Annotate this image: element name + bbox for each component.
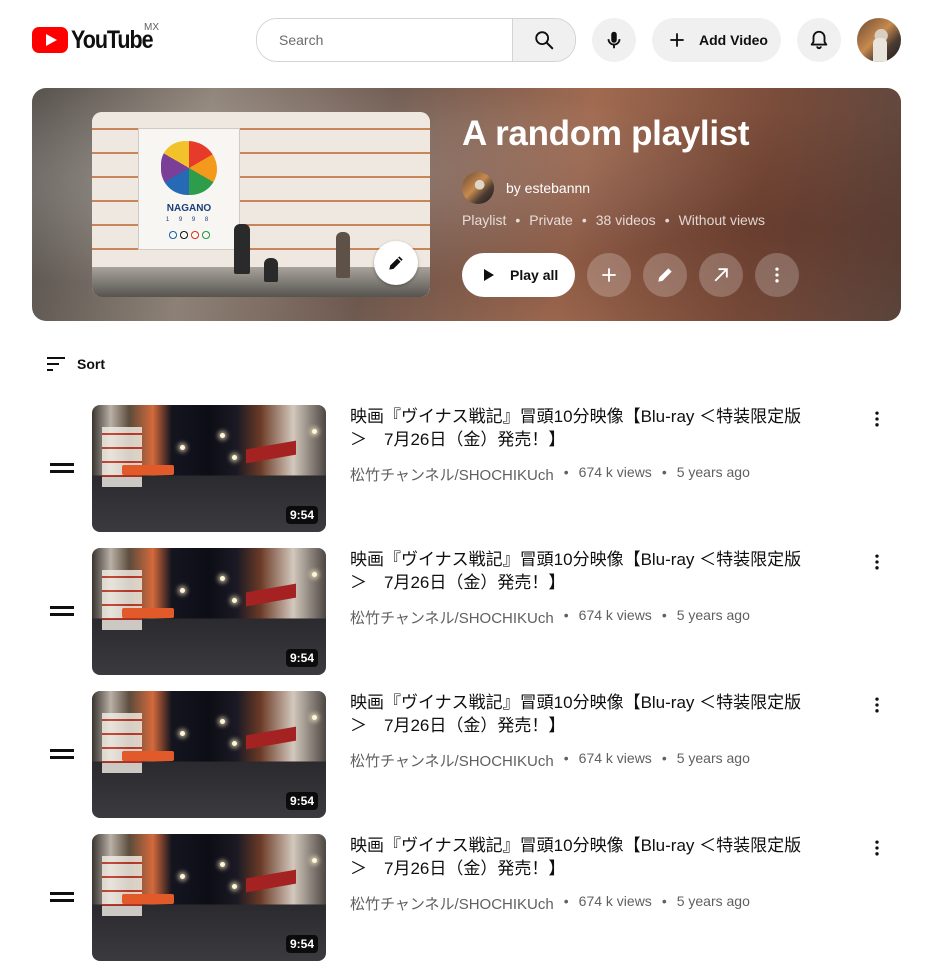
account-avatar[interactable]	[857, 18, 901, 62]
search-button[interactable]	[512, 19, 575, 61]
search-box	[256, 18, 576, 62]
playlist-cover-thumbnail[interactable]: NAGANO 1 9 9 8	[92, 112, 430, 297]
add-video-button[interactable]: Add Video	[652, 18, 781, 62]
person-figure	[234, 224, 250, 274]
drag-handle-icon[interactable]	[50, 463, 74, 473]
pencil-icon	[658, 268, 672, 282]
video-thumbnail[interactable]: 9:54	[92, 548, 326, 675]
plus-icon	[602, 268, 616, 282]
video-views: 674 k views	[578, 893, 652, 909]
playlist-video-item[interactable]: 9:54 映画『ヴイナス戦記』冒頭10分映像【Blu-ray ＜特装限定版＞ 7…	[0, 548, 933, 676]
play-all-button[interactable]: Play all	[462, 253, 575, 297]
pencil-icon	[389, 256, 403, 270]
voice-search-button[interactable]	[592, 18, 636, 62]
video-duration: 9:54	[285, 506, 318, 524]
video-thumbnail[interactable]: 9:54	[92, 405, 326, 532]
video-channel[interactable]: 松竹チャンネル/SHOCHIKUch	[350, 607, 554, 628]
olympic-poster: NAGANO 1 9 9 8	[138, 128, 240, 250]
play-icon	[484, 269, 494, 281]
video-duration: 9:54	[285, 649, 318, 667]
search-icon	[535, 31, 554, 50]
playlist-video-item[interactable]: 9:54 映画『ヴイナス戦記』冒頭10分映像【Blu-ray ＜特装限定版＞ 7…	[0, 691, 933, 819]
share-button[interactable]	[699, 253, 743, 297]
notifications-button[interactable]	[797, 18, 841, 62]
nagano-emblem	[161, 141, 217, 195]
playlist-meta: Playlist • Private • 38 videos • Without…	[462, 212, 765, 228]
video-duration: 9:54	[285, 935, 318, 953]
video-menu-button[interactable]	[865, 693, 889, 717]
more-vertical-icon	[875, 697, 879, 713]
add-to-playlist-button[interactable]	[587, 253, 631, 297]
person-figure	[336, 232, 350, 278]
video-views: 674 k views	[578, 464, 652, 480]
logo-text: YouTube	[71, 25, 154, 54]
playlist-type: Playlist	[462, 212, 507, 228]
owner-avatar[interactable]	[462, 172, 494, 204]
playlist-privacy[interactable]: Private	[529, 212, 573, 228]
video-thumbnail[interactable]: 9:54	[92, 691, 326, 818]
video-duration: 9:54	[285, 792, 318, 810]
add-video-label: Add Video	[699, 32, 768, 48]
share-arrow-icon	[714, 268, 728, 282]
sort-button[interactable]: Sort	[46, 356, 105, 372]
video-menu-button[interactable]	[865, 407, 889, 431]
video-channel[interactable]: 松竹チャンネル/SHOCHIKUch	[350, 893, 554, 914]
playlist-video-item[interactable]: 9:54 映画『ヴイナス戦記』冒頭10分映像【Blu-ray ＜特装限定版＞ 7…	[0, 834, 933, 962]
playlist-video-count: 38 videos	[595, 212, 656, 228]
video-channel[interactable]: 松竹チャンネル/SHOCHIKUch	[350, 464, 554, 485]
video-age: 5 years ago	[676, 464, 750, 480]
video-meta: 松竹チャンネル/SHOCHIKUch • 674 k views • 5 yea…	[350, 893, 750, 914]
drag-handle-icon[interactable]	[50, 606, 74, 616]
region-code: MX	[144, 22, 159, 33]
video-age: 5 years ago	[676, 607, 750, 623]
more-vertical-icon	[875, 411, 879, 427]
sort-label: Sort	[77, 356, 105, 372]
video-meta: 松竹チャンネル/SHOCHIKUch • 674 k views • 5 yea…	[350, 607, 750, 628]
poster-year: 1 9 9 8	[165, 217, 213, 223]
playlist-views: Without views	[678, 212, 765, 228]
video-title[interactable]: 映画『ヴイナス戦記』冒頭10分映像【Blu-ray ＜特装限定版＞ 7月26日（…	[350, 834, 810, 880]
owner-name[interactable]: by estebannn	[506, 180, 590, 196]
search-input[interactable]	[257, 19, 512, 61]
video-title[interactable]: 映画『ヴイナス戦記』冒頭10分映像【Blu-ray ＜特装限定版＞ 7月26日（…	[350, 405, 810, 451]
bell-icon	[810, 30, 828, 50]
video-age: 5 years ago	[676, 750, 750, 766]
video-menu-button[interactable]	[865, 550, 889, 574]
video-views: 674 k views	[578, 750, 652, 766]
video-title[interactable]: 映画『ヴイナス戦記』冒頭10分映像【Blu-ray ＜特装限定版＞ 7月26日（…	[350, 691, 810, 737]
poster-text: NAGANO	[166, 203, 212, 214]
play-all-label: Play all	[510, 267, 559, 283]
playlist-header: NAGANO 1 9 9 8 A random playlist by este…	[32, 88, 901, 321]
more-vertical-icon	[875, 554, 879, 570]
more-vertical-icon	[775, 267, 779, 283]
more-actions-button[interactable]	[755, 253, 799, 297]
edit-playlist-button[interactable]	[643, 253, 687, 297]
video-thumbnail[interactable]: 9:54	[92, 834, 326, 961]
microphone-icon	[607, 31, 621, 49]
edit-cover-button[interactable]	[374, 241, 418, 285]
video-age: 5 years ago	[676, 893, 750, 909]
video-meta: 松竹チャンネル/SHOCHIKUch • 674 k views • 5 yea…	[350, 750, 750, 771]
drag-handle-icon[interactable]	[50, 892, 74, 902]
youtube-play-icon	[32, 27, 68, 53]
olympic-rings-icon	[167, 229, 213, 241]
video-views: 674 k views	[578, 607, 652, 623]
playlist-video-item[interactable]: 9:54 映画『ヴイナス戦記』冒頭10分映像【Blu-ray ＜特装限定版＞ 7…	[0, 405, 933, 533]
playlist-title: A random playlist	[462, 114, 750, 153]
drag-handle-icon[interactable]	[50, 749, 74, 759]
person-figure	[264, 258, 278, 282]
plus-icon	[670, 33, 684, 47]
playlist-owner[interactable]: by estebannn	[462, 172, 590, 204]
video-meta: 松竹チャンネル/SHOCHIKUch • 674 k views • 5 yea…	[350, 464, 750, 485]
video-channel[interactable]: 松竹チャンネル/SHOCHIKUch	[350, 750, 554, 771]
video-menu-button[interactable]	[865, 836, 889, 860]
sort-icon	[47, 357, 65, 371]
more-vertical-icon	[875, 840, 879, 856]
video-title[interactable]: 映画『ヴイナス戦記』冒頭10分映像【Blu-ray ＜特装限定版＞ 7月26日（…	[350, 548, 810, 594]
